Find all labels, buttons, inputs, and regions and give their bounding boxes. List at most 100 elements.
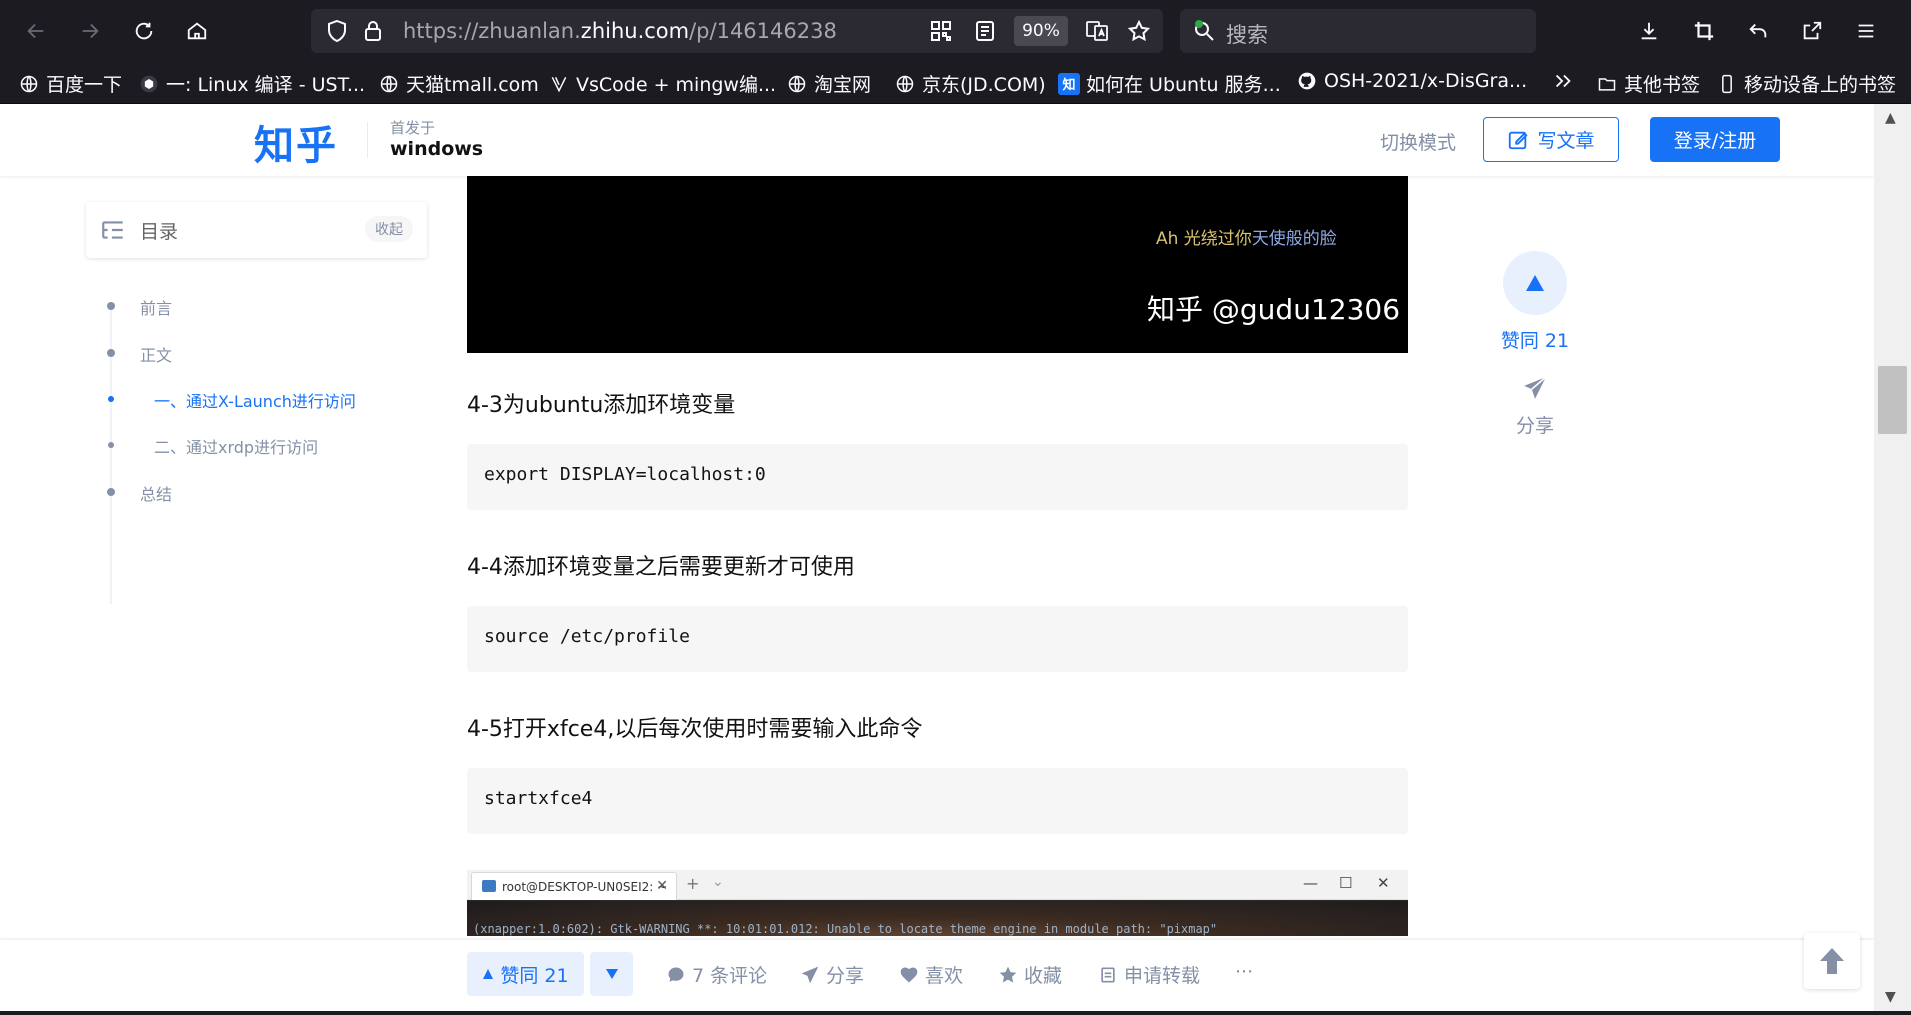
search-icon bbox=[1192, 19, 1216, 43]
header-divider bbox=[367, 122, 368, 158]
zoom-level[interactable]: 90% bbox=[1014, 16, 1068, 46]
edit-icon bbox=[1509, 131, 1529, 149]
toc-item-xrdp[interactable]: 二、通过xrdp进行访问 bbox=[154, 434, 318, 458]
bookmark-label: OSH-2021/x-DisGra... bbox=[1324, 70, 1528, 92]
toc-item-summary[interactable]: 总结 bbox=[140, 481, 172, 505]
bookmark-linux[interactable]: 一: Linux 编译 - UST... bbox=[138, 70, 365, 97]
zhihu-icon: 知 bbox=[1058, 72, 1080, 95]
favorite-label: 收藏 bbox=[1024, 965, 1063, 987]
code-block[interactable]: export DISPLAY=localhost:0 bbox=[467, 444, 1408, 510]
terminal-tab-label: root@DESKTOP-UN0SEI2: ~ bbox=[502, 880, 668, 894]
bookmark-zhihu[interactable]: 知 如何在 Ubuntu 服务... bbox=[1058, 70, 1281, 97]
bookmark-vscode[interactable]: VsCode + mingw编... bbox=[548, 70, 776, 97]
subtitle-part: Ah 光绕过你 bbox=[1156, 229, 1252, 249]
toc-dot bbox=[107, 488, 115, 496]
search-bar[interactable]: 搜索 bbox=[1180, 9, 1536, 53]
bookmark-jd[interactable]: 京东(JD.COM) bbox=[894, 70, 1046, 97]
triangle-up-icon bbox=[483, 969, 494, 979]
code-text: source /etc/profile bbox=[484, 626, 690, 647]
column-name-link[interactable]: windows bbox=[390, 138, 483, 160]
url-domain: zhihu.com bbox=[580, 19, 690, 43]
reload-icon[interactable] bbox=[126, 13, 162, 49]
site-icon bbox=[138, 73, 160, 95]
first-published-label: 首发于 bbox=[390, 119, 436, 137]
crop-icon[interactable] bbox=[1686, 13, 1722, 49]
bookmark-github[interactable]: OSH-2021/x-DisGra... bbox=[1296, 70, 1527, 92]
terminal-screenshot: root@DESKTOP-UN0SEI2: ~ ✕ + ⌄ — ☐ ✕ (xna… bbox=[467, 870, 1408, 936]
bookmark-other-folder[interactable]: 其他书签 bbox=[1596, 70, 1700, 97]
toc-item-xlaunch[interactable]: 一、通过X-Launch进行访问 bbox=[154, 388, 356, 412]
side-share-label[interactable]: 分享 bbox=[1495, 411, 1575, 438]
bookmark-label: 移动设备上的书签 bbox=[1744, 74, 1897, 96]
scroll-up-icon[interactable]: ▲ bbox=[1885, 110, 1896, 126]
comments-label: 7 条评论 bbox=[692, 965, 768, 987]
maximize-icon: ☐ bbox=[1339, 874, 1353, 892]
favorite-button[interactable]: 收藏 bbox=[998, 961, 1062, 988]
plus-icon: + bbox=[686, 874, 700, 893]
bookmark-tmall[interactable]: 天猫tmall.com bbox=[378, 70, 539, 97]
paper-plane-icon[interactable] bbox=[1522, 375, 1548, 401]
write-article-button[interactable]: 写文章 bbox=[1483, 117, 1619, 162]
like-button[interactable]: 喜欢 bbox=[899, 961, 963, 988]
bookmarks-overflow-icon[interactable] bbox=[1552, 70, 1574, 92]
section-heading: 4-5打开xfce4,以后每次使用时需要输入此命令 bbox=[467, 717, 923, 742]
side-vote-button[interactable] bbox=[1503, 251, 1567, 315]
page-scrollbar[interactable]: ▲ ▼ bbox=[1874, 104, 1911, 1011]
undo-icon[interactable] bbox=[1740, 13, 1776, 49]
bookmark-baidu[interactable]: 百度一下 bbox=[18, 70, 122, 97]
extensions-icon[interactable] bbox=[1794, 13, 1830, 49]
code-text: export DISPLAY=localhost:0 bbox=[484, 464, 766, 485]
address-bar[interactable]: https://zhuanlan.zhihu.com/p/146146238 9… bbox=[311, 9, 1163, 53]
zhihu-logo[interactable]: 知乎 bbox=[254, 113, 338, 171]
back-icon[interactable] bbox=[18, 13, 54, 49]
scrollbar-thumb[interactable] bbox=[1878, 366, 1907, 434]
vote-down-button[interactable] bbox=[590, 952, 633, 996]
star-icon[interactable] bbox=[1127, 19, 1151, 43]
url-text[interactable]: https://zhuanlan.zhihu.com/p/146146238 bbox=[403, 19, 837, 43]
close-icon: ✕ bbox=[656, 878, 668, 894]
toc-dot bbox=[107, 302, 115, 310]
mobile-icon bbox=[1716, 73, 1738, 95]
reader-view-icon[interactable] bbox=[973, 19, 997, 43]
qr-code-icon[interactable] bbox=[929, 19, 953, 43]
repost-icon bbox=[1101, 967, 1115, 982]
switch-mode-button[interactable]: 切换模式 bbox=[1380, 128, 1456, 155]
toc-dot-active bbox=[108, 396, 114, 402]
share-button[interactable]: 分享 bbox=[800, 961, 864, 988]
toc-dot bbox=[107, 349, 115, 357]
github-icon bbox=[1296, 70, 1318, 92]
write-article-label: 写文章 bbox=[1537, 130, 1595, 152]
forward-icon[interactable] bbox=[72, 13, 108, 49]
translate-icon[interactable] bbox=[1085, 19, 1109, 43]
section-heading: 4-4添加环境变量之后需要更新才可使用 bbox=[467, 555, 855, 580]
toc-header: 目录 收起 bbox=[86, 202, 427, 258]
more-button[interactable]: ··· bbox=[1235, 961, 1253, 983]
lock-icon[interactable] bbox=[361, 19, 385, 43]
comments-button[interactable]: 7 条评论 bbox=[666, 961, 767, 988]
bookmark-label: 百度一下 bbox=[46, 74, 123, 96]
back-to-top-button[interactable] bbox=[1804, 933, 1860, 989]
bookmark-taobao[interactable]: 淘宝网 bbox=[786, 70, 871, 97]
globe-icon bbox=[378, 73, 400, 95]
vote-up-button[interactable]: 赞同 21 bbox=[467, 952, 584, 996]
login-register-button[interactable]: 登录/注册 bbox=[1650, 117, 1780, 162]
download-icon[interactable] bbox=[1631, 13, 1667, 49]
bookmark-label: 其他书签 bbox=[1624, 74, 1701, 96]
toc-collapse-button[interactable]: 收起 bbox=[365, 216, 413, 242]
menu-icon[interactable] bbox=[1848, 13, 1884, 49]
repost-button[interactable]: 申请转载 bbox=[1098, 961, 1200, 988]
minimize-icon: — bbox=[1303, 874, 1318, 892]
bookmark-label: 如何在 Ubuntu 服务... bbox=[1086, 74, 1281, 96]
toc-item-preface[interactable]: 前言 bbox=[140, 295, 172, 319]
code-block[interactable]: startxfce4 bbox=[467, 768, 1408, 834]
shield-icon[interactable] bbox=[325, 19, 349, 43]
side-vote-count[interactable]: 赞同 21 bbox=[1475, 326, 1595, 353]
home-icon[interactable] bbox=[179, 13, 215, 49]
bookmark-mobile-folder[interactable]: 移动设备上的书签 bbox=[1716, 70, 1896, 97]
scroll-down-icon[interactable]: ▼ bbox=[1885, 989, 1896, 1005]
site-header: 知乎 首发于 windows 切换模式 写文章 登录/注册 bbox=[0, 104, 1874, 176]
toc-item-body[interactable]: 正文 bbox=[140, 342, 172, 366]
code-block[interactable]: source /etc/profile bbox=[467, 606, 1408, 672]
paper-plane-icon bbox=[801, 966, 819, 983]
page-viewport: 知乎 首发于 windows 切换模式 写文章 登录/注册 目录 收起 前言 正… bbox=[0, 104, 1874, 1011]
